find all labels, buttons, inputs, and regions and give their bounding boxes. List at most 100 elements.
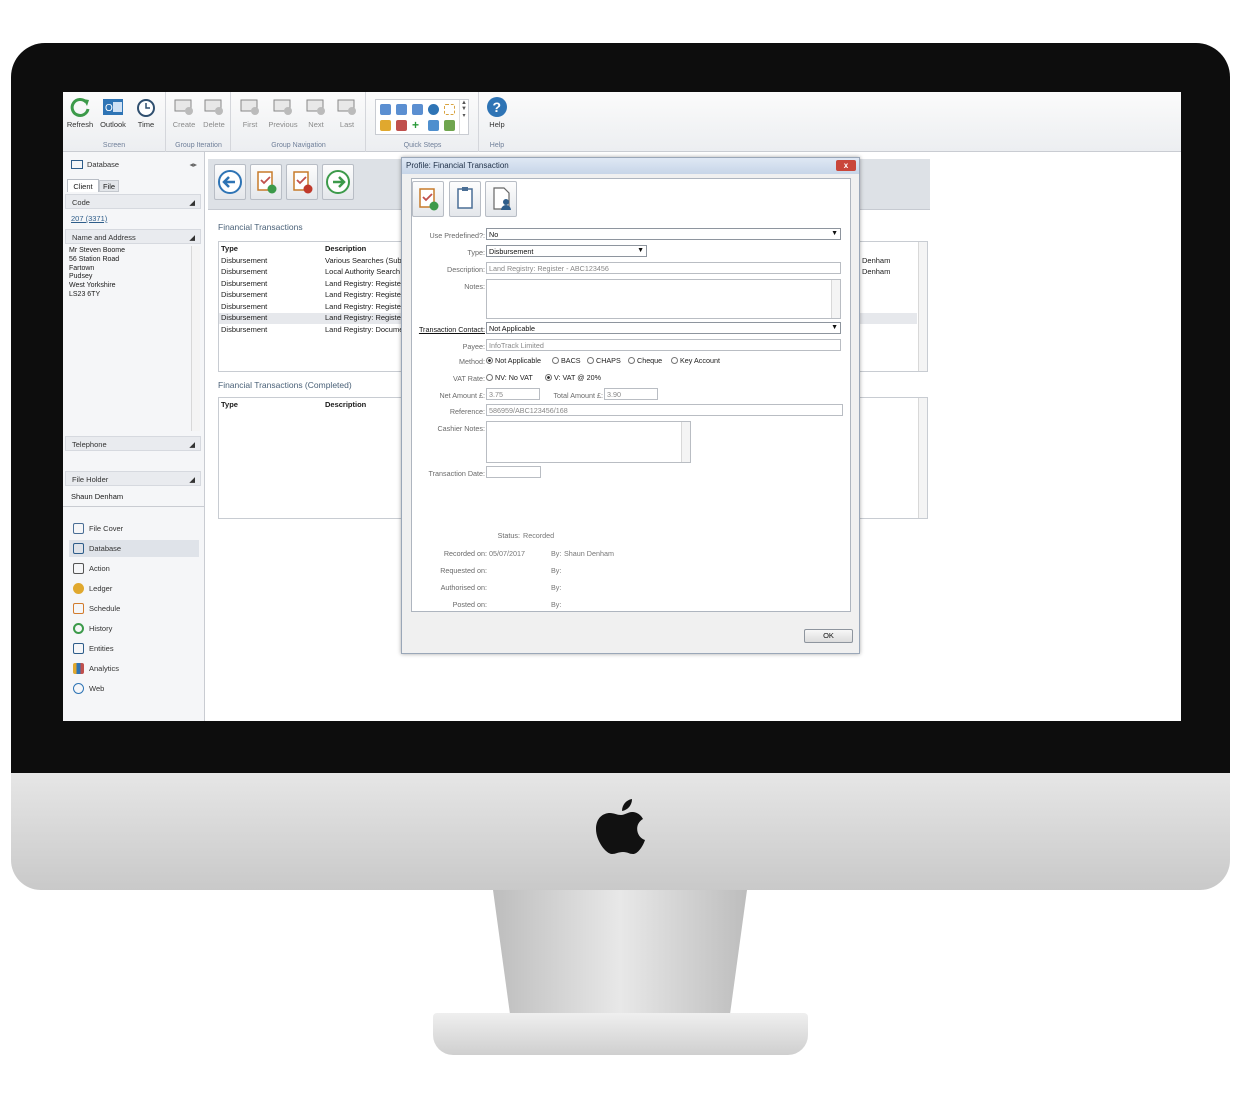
notes-field[interactable] (486, 279, 841, 319)
add-transaction-button[interactable] (412, 181, 444, 217)
name-address-header[interactable]: Name and Address ◢ (65, 229, 201, 244)
quick-step-icon[interactable] (428, 120, 439, 131)
method-radio-not-applicable[interactable]: Not Applicable (486, 356, 541, 365)
nav-analytics[interactable]: Analytics (69, 660, 199, 677)
quick-step-icon[interactable] (428, 104, 439, 115)
column-header[interactable]: Type (221, 244, 238, 253)
transaction-contact-link[interactable]: Transaction Contact: (412, 325, 485, 334)
quick-step-icon[interactable] (380, 120, 391, 131)
quick-step-icon[interactable] (380, 104, 391, 115)
ribbon-group-label: Help (489, 142, 505, 149)
notes-label: Notes: (464, 282, 485, 291)
quick-step-icon[interactable] (396, 120, 407, 131)
refresh-button[interactable]: Refresh (63, 96, 97, 129)
code-link[interactable]: 207 (3371) (71, 214, 107, 223)
nav-ledger[interactable]: Ledger (69, 580, 199, 597)
method-radio-key-account[interactable]: Key Account (671, 356, 720, 365)
monitor-stand-foot (433, 1013, 808, 1055)
requested-on-label: Requested on: (440, 566, 487, 575)
nav-file-cover[interactable]: File Cover (69, 520, 199, 537)
method-radio-bacs[interactable]: BACS (552, 356, 581, 365)
help-button[interactable]: ? Help (480, 96, 514, 129)
description-field[interactable]: Land Registry: Register - ABC123456 (486, 262, 841, 274)
address-line: Fartown (69, 264, 95, 272)
arrow-left-icon (218, 170, 242, 194)
nav-entities[interactable]: Entities (69, 640, 199, 657)
cashier-notes-field[interactable] (486, 421, 691, 463)
ok-button[interactable]: OK (804, 629, 853, 643)
quick-step-icon[interactable] (396, 104, 407, 115)
nav-schedule[interactable]: Schedule (69, 600, 199, 617)
monitor-previous-icon (273, 99, 292, 115)
code-header[interactable]: Code ◢ (65, 194, 201, 209)
time-button[interactable]: Time (129, 96, 163, 129)
monitor-delete-icon (204, 99, 223, 115)
ribbon-group-screen: Refresh O Outlook Time Screen (63, 92, 166, 152)
total-amount-field[interactable]: 3.90 (604, 388, 658, 400)
vat-radio-20[interactable]: V: VAT @ 20% (545, 373, 601, 382)
column-header[interactable]: Description (325, 400, 366, 409)
transaction-date-field[interactable] (486, 466, 541, 478)
ribbon-group-navigation: First Previous Next Last Group Navigatio… (232, 92, 366, 152)
previous-button[interactable]: Previous (266, 96, 300, 129)
type-select[interactable]: Disbursement ▼ (486, 245, 647, 257)
quick-step-icon[interactable] (444, 104, 455, 115)
description-label: Description: (447, 265, 485, 274)
clipboard-add-icon (419, 188, 439, 211)
dialog-title: Profile: Financial Transaction (406, 161, 509, 170)
address-block: Mr Steven Boome 56 Station Road Fartown … (69, 247, 191, 300)
clipboard-add-icon (257, 171, 277, 194)
quick-steps-gallery: + ▲ ▼ ▾ (375, 99, 469, 135)
grid-scrollbar[interactable] (918, 242, 927, 371)
quick-step-icon[interactable] (444, 120, 455, 131)
chevron-down-icon: ▼ (831, 230, 838, 237)
last-button[interactable]: Last (330, 96, 364, 129)
file-holder-header[interactable]: File Holder ◢ (65, 471, 201, 486)
net-amount-label: Net Amount £: (439, 391, 485, 400)
schedule-icon (73, 603, 84, 614)
tab-file[interactable]: File (99, 180, 119, 192)
method-radio-chaps[interactable]: CHAPS (587, 356, 621, 365)
dialog-titlebar: Profile: Financial Transaction x (402, 158, 859, 174)
section-title: Financial Transactions (218, 222, 303, 232)
next-button[interactable]: Next (299, 96, 333, 129)
back-button[interactable] (214, 164, 246, 200)
forward-button[interactable] (322, 164, 354, 200)
status-label: Status: (497, 531, 520, 540)
outlook-button[interactable]: O Outlook (96, 96, 130, 129)
notes-scrollbar[interactable] (831, 280, 840, 318)
reference-field[interactable]: 586959/ABC123456/168 (486, 404, 843, 416)
nav-history[interactable]: History (69, 620, 199, 637)
gallery-scroll-icon[interactable]: ▲ ▼ ▾ (459, 100, 468, 134)
create-button[interactable]: Create (167, 96, 201, 129)
vat-radio-no-vat[interactable]: NV: No VAT (486, 373, 533, 382)
net-amount-field[interactable]: 3.75 (486, 388, 540, 400)
column-header[interactable]: Description (325, 244, 366, 253)
payee-field[interactable]: InfoTrack Limited (486, 339, 841, 351)
delete-transaction-button[interactable] (286, 164, 318, 200)
vat-rate-label: VAT Rate: (453, 374, 485, 383)
transaction-contact-select[interactable]: Not Applicable ▼ (486, 322, 841, 334)
first-button[interactable]: First (233, 96, 267, 129)
add-transaction-button[interactable] (250, 164, 282, 200)
plus-icon[interactable]: + (412, 119, 423, 131)
cashier-notes-scrollbar[interactable] (681, 422, 690, 462)
address-scrollbar[interactable] (191, 246, 200, 431)
column-header[interactable]: Type (221, 400, 238, 409)
ribbon-group-label: Group Navigation (271, 142, 326, 149)
grid-scrollbar[interactable] (918, 398, 927, 518)
quick-step-icon[interactable] (412, 104, 423, 115)
method-radio-cheque[interactable]: Cheque (628, 356, 662, 365)
delete-button[interactable]: Delete (197, 96, 231, 129)
clipboard-button[interactable] (449, 181, 481, 217)
contact-button[interactable] (485, 181, 517, 217)
telephone-header[interactable]: Telephone ◢ (65, 436, 201, 451)
use-predefined-select[interactable]: No ▼ (486, 228, 841, 240)
close-button[interactable]: x (836, 160, 856, 171)
nav-database[interactable]: Database (69, 540, 199, 557)
pin-icon[interactable]: ◂▸ (189, 160, 197, 169)
tab-client[interactable]: Client (67, 179, 99, 192)
transaction-date-label: Transaction Date: (428, 469, 485, 478)
nav-web[interactable]: Web (69, 680, 199, 697)
nav-action[interactable]: Action (69, 560, 199, 577)
